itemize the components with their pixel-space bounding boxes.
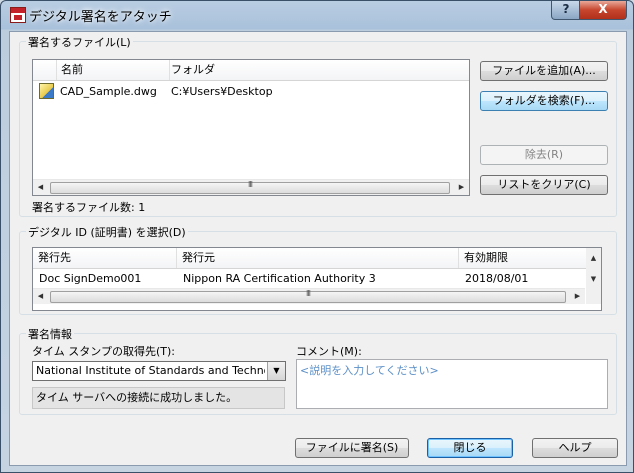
files-group: 署名するファイル(L) 名前 フォルダ CAD_Sample.dwg C:¥Us… (19, 34, 617, 217)
add-files-button[interactable]: ファイルを追加(A)... (480, 61, 608, 81)
grip-icon: III (305, 289, 311, 298)
files-hscrollbar[interactable]: ◀ III ▶ (33, 179, 469, 195)
clear-list-button[interactable]: リストをクリア(C) (480, 175, 608, 195)
id-hscrollbar[interactable]: ◀ III ▶ (33, 288, 585, 304)
comment-placeholder: <説明を入力してください> (300, 364, 439, 377)
digital-id-list[interactable]: 発行先 発行元 有効期限 Doc SignDemo001 Nippon RA C… (32, 247, 602, 311)
timestamp-select[interactable]: National Institute of Standards and Tech… (32, 361, 286, 381)
files-col-name[interactable]: 名前 (52, 60, 170, 80)
files-group-label: 署名するファイル(L) (26, 34, 133, 50)
scroll-left-icon[interactable]: ◀ (33, 289, 48, 304)
comment-label: コメント(M): (296, 345, 362, 358)
title-bar[interactable]: デジタル署名をアタッチ ? X (1, 1, 633, 29)
id-col-expires[interactable]: 有効期限 (459, 248, 584, 268)
file-folder-cell: C:¥Users¥Desktop (171, 85, 273, 98)
grip-icon: III (247, 180, 253, 189)
timestamp-status: タイム サーバへの接続に成功しました。 (32, 387, 285, 409)
id-issued-to-cell: Doc SignDemo001 (39, 272, 142, 285)
table-row[interactable]: Doc SignDemo001 Nippon RA Certification … (33, 270, 584, 286)
signature-info-group-label: 署名情報 (26, 326, 74, 342)
comment-textarea[interactable]: <説明を入力してください> (296, 359, 608, 409)
chevron-down-icon[interactable]: ▼ (267, 362, 285, 380)
help-caption-button[interactable]: ? (551, 1, 581, 20)
timestamp-label: タイム スタンプの取得先(T): (32, 345, 175, 358)
remove-button[interactable]: 除去(R) (480, 145, 608, 165)
help-button[interactable]: ヘルプ (532, 438, 618, 458)
app-icon (10, 7, 26, 23)
files-col-folder[interactable]: フォルダ (166, 60, 467, 80)
scroll-left-icon[interactable]: ◀ (33, 180, 48, 195)
window-title: デジタル署名をアタッチ (29, 10, 172, 25)
id-expires-cell: 2018/08/01 (465, 272, 529, 285)
sign-files-button[interactable]: ファイルに署名(S) (295, 438, 409, 458)
id-list-header: 発行先 発行元 有効期限 (33, 248, 601, 269)
files-list[interactable]: 名前 フォルダ CAD_Sample.dwg C:¥Users¥Desktop … (32, 59, 470, 196)
close-button[interactable]: 閉じる (427, 438, 513, 458)
scroll-right-icon[interactable]: ▶ (454, 180, 469, 195)
file-count-label: 署名するファイル数: 1 (32, 201, 146, 214)
dialog-body: 署名するファイル(L) 名前 フォルダ CAD_Sample.dwg C:¥Us… (9, 31, 627, 466)
files-list-header: 名前 フォルダ (33, 60, 469, 81)
id-vscrollbar[interactable]: ▲ ▼ (586, 248, 601, 304)
id-col-issued-by[interactable]: 発行元 (177, 248, 459, 268)
file-name-cell: CAD_Sample.dwg (60, 85, 157, 98)
scroll-right-icon[interactable]: ▶ (570, 289, 585, 304)
table-row[interactable]: CAD_Sample.dwg C:¥Users¥Desktop (33, 82, 469, 100)
digital-id-group-label: デジタル ID (証明書) を選択(D) (26, 224, 188, 240)
dialog-window: デジタル署名をアタッチ ? X 署名するファイル(L) 名前 フォルダ CAD_… (0, 0, 634, 473)
scroll-up-icon[interactable]: ▲ (586, 251, 601, 266)
dwg-file-icon (39, 83, 54, 99)
id-scroll-thumb[interactable]: III (50, 289, 566, 303)
search-folder-button[interactable]: フォルダを検索(F)... (480, 91, 608, 111)
digital-id-group: デジタル ID (証明書) を選択(D) 発行先 発行元 有効期限 Doc Si… (19, 224, 617, 315)
close-caption-button[interactable]: X (579, 1, 627, 20)
id-col-issued-to[interactable]: 発行先 (33, 248, 177, 268)
id-issued-by-cell: Nippon RA Certification Authority 3 (183, 272, 376, 285)
signature-info-group: 署名情報 タイム スタンプの取得先(T): National Institute… (19, 326, 617, 415)
files-scroll-thumb[interactable]: III (50, 180, 450, 194)
timestamp-value: National Institute of Standards and Tech… (36, 364, 265, 377)
scroll-down-icon[interactable]: ▼ (586, 272, 601, 287)
